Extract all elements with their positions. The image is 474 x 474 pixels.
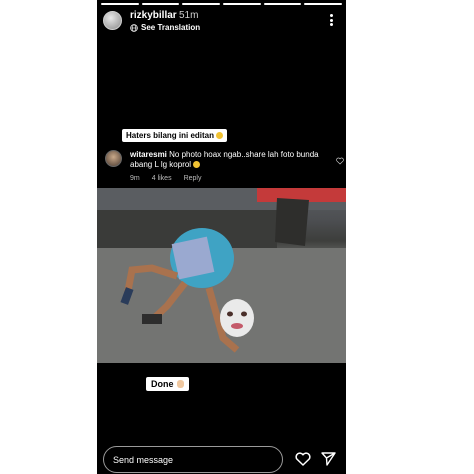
photo-illustration [97, 188, 346, 363]
done-sticker-text: Done [151, 379, 174, 389]
comment-time: 9m [130, 175, 140, 182]
see-translation-label: See Translation [141, 23, 201, 32]
comment-avatar[interactable] [105, 150, 122, 167]
comment-heart-icon[interactable] [336, 157, 344, 165]
caption-sticker-text: Haters bilang ini editan [126, 131, 215, 140]
done-sticker: Done [146, 377, 189, 391]
story-viewer: rizkybillar 51m See Translation Haters b… [97, 0, 346, 474]
story-timestamp: 51m [179, 10, 199, 21]
globe-icon [130, 23, 138, 32]
comment-body: witaresmi No photo hoax ngab..share lah … [130, 150, 335, 170]
more-vertical-icon[interactable] [330, 14, 334, 26]
story-progress-bar [101, 3, 343, 5]
story-photo [97, 188, 346, 363]
see-translation-link[interactable]: See Translation [130, 23, 200, 32]
comment-likes[interactable]: 4 likes [152, 175, 172, 182]
comment-meta: 9m 4 likes Reply [130, 175, 201, 182]
comment-username[interactable]: witaresmi [130, 150, 167, 159]
send-message-input[interactable] [103, 446, 283, 473]
caption-sticker: Haters bilang ini editan [122, 129, 228, 142]
comment-reply-link[interactable]: Reply [184, 175, 202, 182]
paper-plane-icon[interactable] [321, 452, 336, 466]
heart-icon[interactable] [295, 452, 311, 466]
emoji-icon [216, 132, 224, 139]
story-username[interactable]: rizkybillar [130, 10, 177, 21]
hand-emoji-icon [176, 380, 184, 388]
emoji-icon [193, 161, 201, 168]
profile-avatar[interactable] [103, 11, 122, 30]
